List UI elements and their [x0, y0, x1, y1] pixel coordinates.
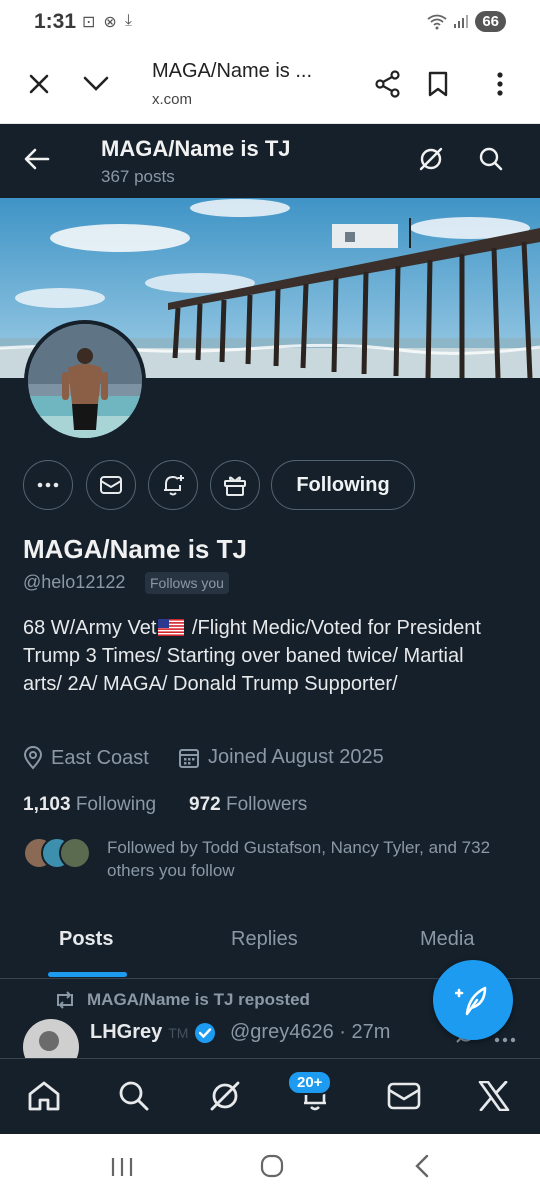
active-tab-indicator: [48, 972, 127, 977]
nav-search-icon[interactable]: [112, 1074, 156, 1118]
repost-icon: [57, 991, 73, 1009]
status-time: 1:31: [34, 10, 77, 33]
more-vertical-icon[interactable]: [480, 64, 520, 104]
verified-badge-icon: [195, 1022, 216, 1043]
back-arrow-icon[interactable]: [17, 139, 57, 179]
system-navigation-bar: [0, 1134, 540, 1200]
more-options-button[interactable]: [23, 460, 73, 510]
tweet-more-icon[interactable]: [494, 1030, 516, 1048]
chevron-down-icon[interactable]: [76, 64, 116, 104]
follower-avatar: [59, 837, 91, 869]
nav-x-logo-icon[interactable]: [472, 1074, 516, 1118]
grok-icon[interactable]: [411, 139, 451, 179]
status-bar: 1:31 ⊡ ⊗ ⤓ 66: [0, 0, 540, 46]
compose-post-button[interactable]: [433, 960, 513, 1040]
nav-grok-icon[interactable]: [203, 1074, 247, 1118]
profile-bio: 68 W/Army Vet /Flight Medic/Voted for Pr…: [23, 614, 503, 698]
joined-text: Joined August 2025: [208, 746, 384, 768]
gift-button[interactable]: [210, 460, 260, 510]
browser-page-title[interactable]: MAGA/Name is ...: [152, 60, 312, 83]
gift-icon: [224, 476, 246, 496]
sync-icon: ⊗: [103, 14, 117, 31]
signal-icon: [454, 14, 469, 28]
us-flag-icon: [158, 619, 185, 636]
bookmark-icon[interactable]: [418, 64, 458, 104]
followed-by-text[interactable]: Followed by Todd Gustafson, Nancy Tyler,…: [107, 836, 517, 882]
tweet-handle-time: @grey4626 · 27m: [230, 1021, 391, 1043]
follows-you-badge: Follows you: [145, 572, 229, 594]
envelope-icon: [100, 476, 122, 494]
battery-level: 66: [475, 11, 506, 32]
followed-by-avatars[interactable]: [23, 837, 93, 871]
download-icon: ⤓: [124, 12, 132, 29]
bottom-navigation: [0, 1058, 540, 1134]
profile-handle: @helo12122: [23, 572, 126, 592]
back-chevron-icon[interactable]: [414, 1154, 430, 1183]
profile-display-name: MAGA/Name is TJ: [23, 534, 247, 564]
location-pin-icon: [23, 746, 43, 770]
repost-indicator: MAGA/Name is TJ reposted: [53, 990, 310, 1010]
nav-messages-icon[interactable]: [382, 1074, 426, 1118]
share-icon[interactable]: [368, 64, 408, 104]
tweet-author-suffix: TM: [168, 1024, 189, 1041]
status-system-icons: 66: [427, 11, 506, 32]
tab-posts[interactable]: Posts: [59, 928, 113, 951]
browser-url[interactable]: x.com: [152, 91, 192, 108]
following-label: Following: [75, 794, 157, 815]
repost-label: MAGA/Name is TJ reposted: [87, 990, 310, 1009]
compose-feather-icon: [455, 986, 487, 1016]
following-count: 1,103: [23, 794, 71, 815]
tab-replies[interactable]: Replies: [231, 928, 298, 951]
home-circle-icon[interactable]: [260, 1154, 284, 1183]
tweet-author-name[interactable]: LHGrey TM: [90, 1021, 216, 1044]
followers-count-link[interactable]: 972 Followers: [189, 794, 307, 816]
browser-toolbar: MAGA/Name is ... x.com: [0, 46, 540, 124]
followers-count: 972: [189, 794, 221, 815]
status-notification-icons: ⊡ ⊗ ⤓: [82, 12, 132, 32]
header-title: MAGA/Name is TJ: [101, 136, 291, 161]
profile-joined: Joined August 2025: [178, 746, 384, 769]
profile-avatar[interactable]: [24, 320, 146, 442]
notifications-badge: 20+: [287, 1070, 333, 1095]
bio-text-start: 68 W/Army Vet: [23, 617, 157, 639]
following-count-link[interactable]: 1,103 Following: [23, 794, 156, 816]
followers-label: Followers: [225, 794, 308, 815]
wifi-icon: [427, 14, 447, 29]
notifications-subscribe-button[interactable]: [148, 460, 198, 510]
recent-apps-icon[interactable]: [110, 1156, 134, 1183]
close-icon[interactable]: [19, 64, 59, 104]
location-text: East Coast: [51, 746, 149, 769]
bell-plus-icon: [164, 475, 184, 496]
profile-location: East Coast: [23, 746, 149, 770]
tab-media[interactable]: Media: [420, 928, 474, 951]
more-horizontal-icon: [37, 482, 59, 488]
header-post-count: 367 posts: [101, 167, 175, 186]
calendar-icon: [179, 748, 199, 768]
following-button[interactable]: Following: [271, 460, 415, 510]
message-button[interactable]: [86, 460, 136, 510]
nav-home-icon[interactable]: [22, 1074, 66, 1118]
screenshot-icon: ⊡: [82, 14, 96, 31]
tweet-author-display-name: LHGrey: [90, 1021, 163, 1043]
search-icon[interactable]: [471, 139, 511, 179]
